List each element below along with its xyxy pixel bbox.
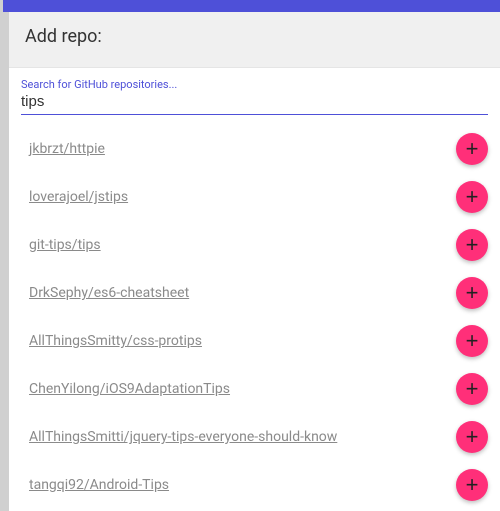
add-repo-button[interactable]: + [456,373,488,405]
repo-link[interactable]: ChenYilong/iOS9AdaptationTips [29,381,230,397]
search-input[interactable] [21,91,488,115]
repo-link[interactable]: DrkSephy/es6-cheatsheet [29,285,189,301]
plus-icon: + [466,186,479,208]
app-top-bar [3,0,500,12]
result-row: DrkSephy/es6-cheatsheet + [29,269,488,317]
add-repo-button[interactable]: + [456,325,488,357]
result-row: jkbrzt/httpie + [29,125,488,173]
repo-link[interactable]: jkbrzt/httpie [29,141,105,157]
modal-title: Add repo: [25,26,484,47]
add-repo-button[interactable]: + [456,181,488,213]
repo-link[interactable]: AllThingsSmitti/jquery-tips-everyone-sho… [29,429,337,445]
add-repo-button[interactable]: + [456,421,488,453]
result-row: AllThingsSmitti/jquery-tips-everyone-sho… [29,413,488,461]
add-repo-button[interactable]: + [456,469,488,501]
plus-icon: + [466,282,479,304]
add-repo-button[interactable]: + [456,133,488,165]
add-repo-button[interactable]: + [456,277,488,309]
result-row: ChenYilong/iOS9AdaptationTips + [29,365,488,413]
plus-icon: + [466,474,479,496]
add-repo-modal: Add repo: Search for GitHub repositories… [9,12,500,511]
plus-icon: + [466,426,479,448]
modal-header: Add repo: [9,12,500,68]
results-list: jkbrzt/httpie+loverajoel/jstips+git-tips… [9,115,500,511]
repo-link[interactable]: tangqi92/Android-Tips [29,477,169,493]
add-repo-button[interactable]: + [456,229,488,261]
plus-icon: + [466,138,479,160]
repo-link[interactable]: loverajoel/jstips [29,189,128,205]
plus-icon: + [466,378,479,400]
plus-icon: + [466,234,479,256]
repo-link[interactable]: AllThingsSmitty/css-protips [29,333,202,349]
result-row: AllThingsSmitty/css-protips + [29,317,488,365]
result-row: tangqi92/Android-Tips + [29,461,488,509]
search-section: Search for GitHub repositories... [9,68,500,115]
repo-link[interactable]: git-tips/tips [29,237,101,253]
result-row: loverajoel/jstips + [29,173,488,221]
result-row: git-tips/tips + [29,221,488,269]
plus-icon: + [466,330,479,352]
search-label: Search for GitHub repositories... [21,78,488,91]
